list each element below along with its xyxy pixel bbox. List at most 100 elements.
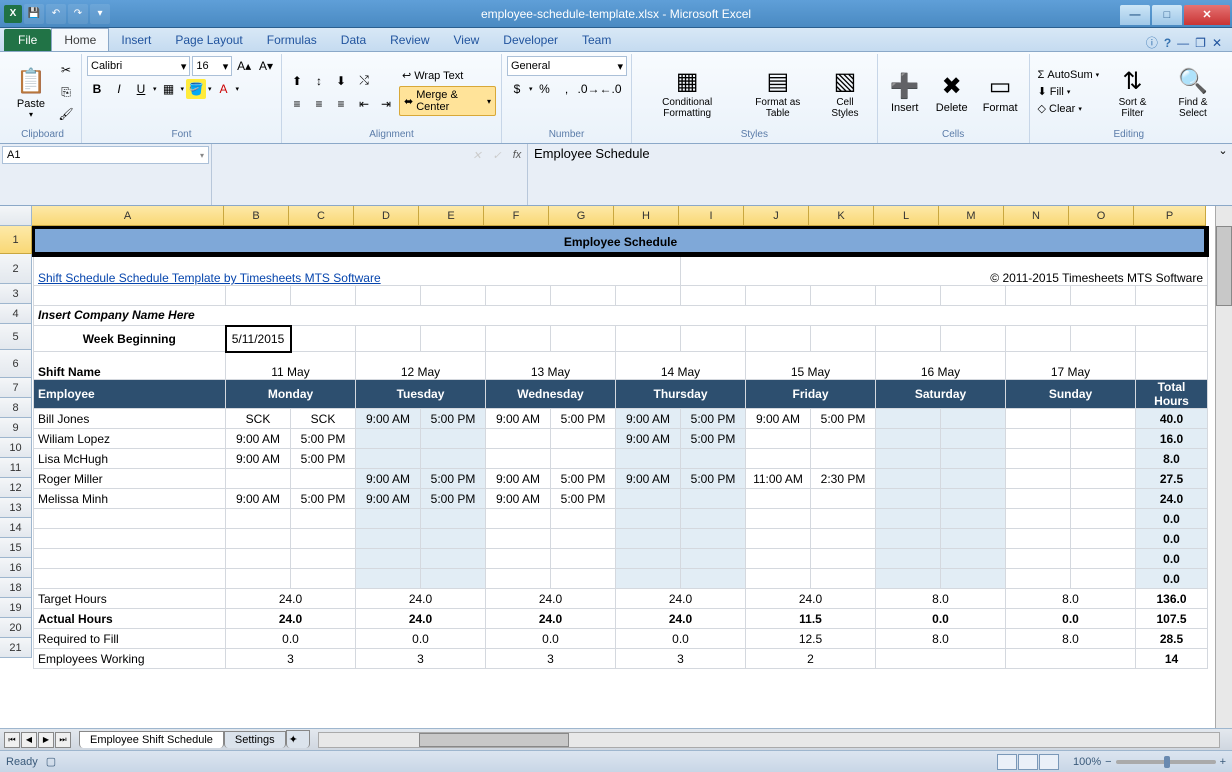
cell[interactable] (616, 569, 681, 589)
cell[interactable]: Lisa McHugh (34, 449, 226, 469)
cell[interactable]: Target Hours (34, 589, 226, 609)
cell[interactable]: Shift Schedule Schedule Template by Time… (34, 256, 681, 286)
cell[interactable] (1071, 409, 1136, 429)
cell[interactable]: 8.0 (876, 589, 1006, 609)
cell[interactable] (746, 489, 811, 509)
cell[interactable] (876, 449, 941, 469)
increase-decimal-icon[interactable]: .0→ (579, 79, 599, 99)
cell[interactable]: 24.0 (616, 609, 746, 629)
merge-center-button[interactable]: ⬌Merge & Center▾ (399, 86, 496, 116)
cell[interactable] (1136, 326, 1208, 352)
row-headers[interactable]: 1234567891011121314151618192021 (0, 226, 32, 658)
cell[interactable] (226, 549, 291, 569)
minimize-button[interactable]: — (1120, 5, 1150, 25)
cell[interactable]: 5:00 PM (291, 489, 356, 509)
cell[interactable] (551, 429, 616, 449)
cell[interactable]: 15 May (746, 352, 876, 380)
cell[interactable] (681, 489, 746, 509)
cell[interactable] (1071, 326, 1136, 352)
row-header-10[interactable]: 10 (0, 438, 32, 458)
sheet-tab-active[interactable]: Employee Shift Schedule (79, 731, 224, 748)
cell[interactable] (486, 509, 551, 529)
cell[interactable]: 9:00 AM (746, 409, 811, 429)
currency-icon[interactable]: $ (507, 79, 527, 99)
excel-icon[interactable]: X (4, 5, 22, 23)
cell[interactable] (876, 649, 1006, 669)
tab-developer[interactable]: Developer (491, 29, 570, 51)
cell[interactable]: 14 (1136, 649, 1208, 669)
last-sheet-icon[interactable]: ⏭ (55, 732, 71, 748)
cell[interactable] (941, 509, 1006, 529)
cell[interactable]: 11:00 AM (746, 469, 811, 489)
cell[interactable]: 5:00 PM (291, 449, 356, 469)
cell[interactable]: 5:00 PM (681, 469, 746, 489)
cell[interactable]: 5:00 PM (551, 489, 616, 509)
cell[interactable]: 16.0 (1136, 429, 1208, 449)
cell[interactable] (486, 549, 551, 569)
cell[interactable] (34, 286, 226, 306)
col-header-L[interactable]: L (874, 206, 939, 226)
cell[interactable] (421, 569, 486, 589)
clear-button[interactable]: ◇Clear▾ (1035, 101, 1103, 116)
cell[interactable] (486, 569, 551, 589)
cell[interactable]: 9:00 AM (616, 429, 681, 449)
redo-icon[interactable]: ↷ (68, 4, 88, 24)
cell[interactable] (1006, 489, 1071, 509)
cell[interactable] (1006, 409, 1071, 429)
cell[interactable]: 24.0 (746, 589, 876, 609)
decrease-decimal-icon[interactable]: ←.0 (601, 79, 621, 99)
tab-view[interactable]: View (442, 29, 492, 51)
cell[interactable] (681, 549, 746, 569)
row-header-4[interactable]: 4 (0, 304, 32, 324)
cell[interactable]: 0.0 (616, 629, 746, 649)
percent-icon[interactable]: % (535, 79, 555, 99)
cell[interactable] (291, 549, 356, 569)
cell[interactable] (551, 549, 616, 569)
cell[interactable] (1071, 469, 1136, 489)
col-header-C[interactable]: C (289, 206, 354, 226)
name-box[interactable]: A1▾ (2, 146, 209, 164)
format-painter-icon[interactable]: 🖌 (56, 104, 76, 124)
cell[interactable] (34, 549, 226, 569)
cell[interactable] (876, 549, 941, 569)
cell[interactable] (1071, 286, 1136, 306)
col-header-I[interactable]: I (679, 206, 744, 226)
find-select-button[interactable]: 🔍Find & Select (1163, 56, 1223, 128)
tab-data[interactable]: Data (329, 29, 378, 51)
col-header-O[interactable]: O (1069, 206, 1134, 226)
align-center-icon[interactable]: ≡ (309, 94, 329, 114)
cell[interactable] (681, 449, 746, 469)
cell[interactable] (421, 549, 486, 569)
cell[interactable]: 27.5 (1136, 469, 1208, 489)
fill-button[interactable]: ⬇Fill▾ (1035, 84, 1103, 99)
cells[interactable]: Employee ScheduleShift Schedule Schedule… (32, 226, 1209, 669)
insert-cells-button[interactable]: ➕Insert (883, 56, 927, 128)
cell[interactable]: Total Hours (1136, 380, 1208, 409)
horizontal-scrollbar[interactable] (318, 732, 1220, 748)
cell[interactable]: 5/11/2015 (226, 326, 291, 352)
cell[interactable] (1071, 549, 1136, 569)
cell[interactable]: Sunday (1006, 380, 1136, 409)
cell[interactable] (616, 549, 681, 569)
cell[interactable] (1006, 569, 1071, 589)
cell[interactable]: 11 May (226, 352, 356, 380)
delete-cells-button[interactable]: ✖Delete (930, 56, 974, 128)
cell[interactable] (356, 549, 421, 569)
cell[interactable]: 5:00 PM (551, 469, 616, 489)
cell[interactable] (291, 529, 356, 549)
bold-button[interactable]: B (87, 79, 107, 99)
vertical-scrollbar[interactable] (1215, 206, 1232, 728)
cell[interactable]: 0.0 (1136, 529, 1208, 549)
cell[interactable] (421, 529, 486, 549)
cell[interactable]: 3 (616, 649, 746, 669)
col-header-D[interactable]: D (354, 206, 419, 226)
cell[interactable]: 17 May (1006, 352, 1136, 380)
col-header-E[interactable]: E (419, 206, 484, 226)
cell[interactable] (746, 549, 811, 569)
decrease-indent-icon[interactable]: ⇤ (354, 94, 374, 114)
cell[interactable] (226, 286, 291, 306)
number-format-combo[interactable]: General▾ (507, 56, 627, 76)
row-header-20[interactable]: 20 (0, 618, 32, 638)
cell[interactable]: 107.5 (1136, 609, 1208, 629)
cell[interactable]: 9:00 AM (486, 409, 551, 429)
